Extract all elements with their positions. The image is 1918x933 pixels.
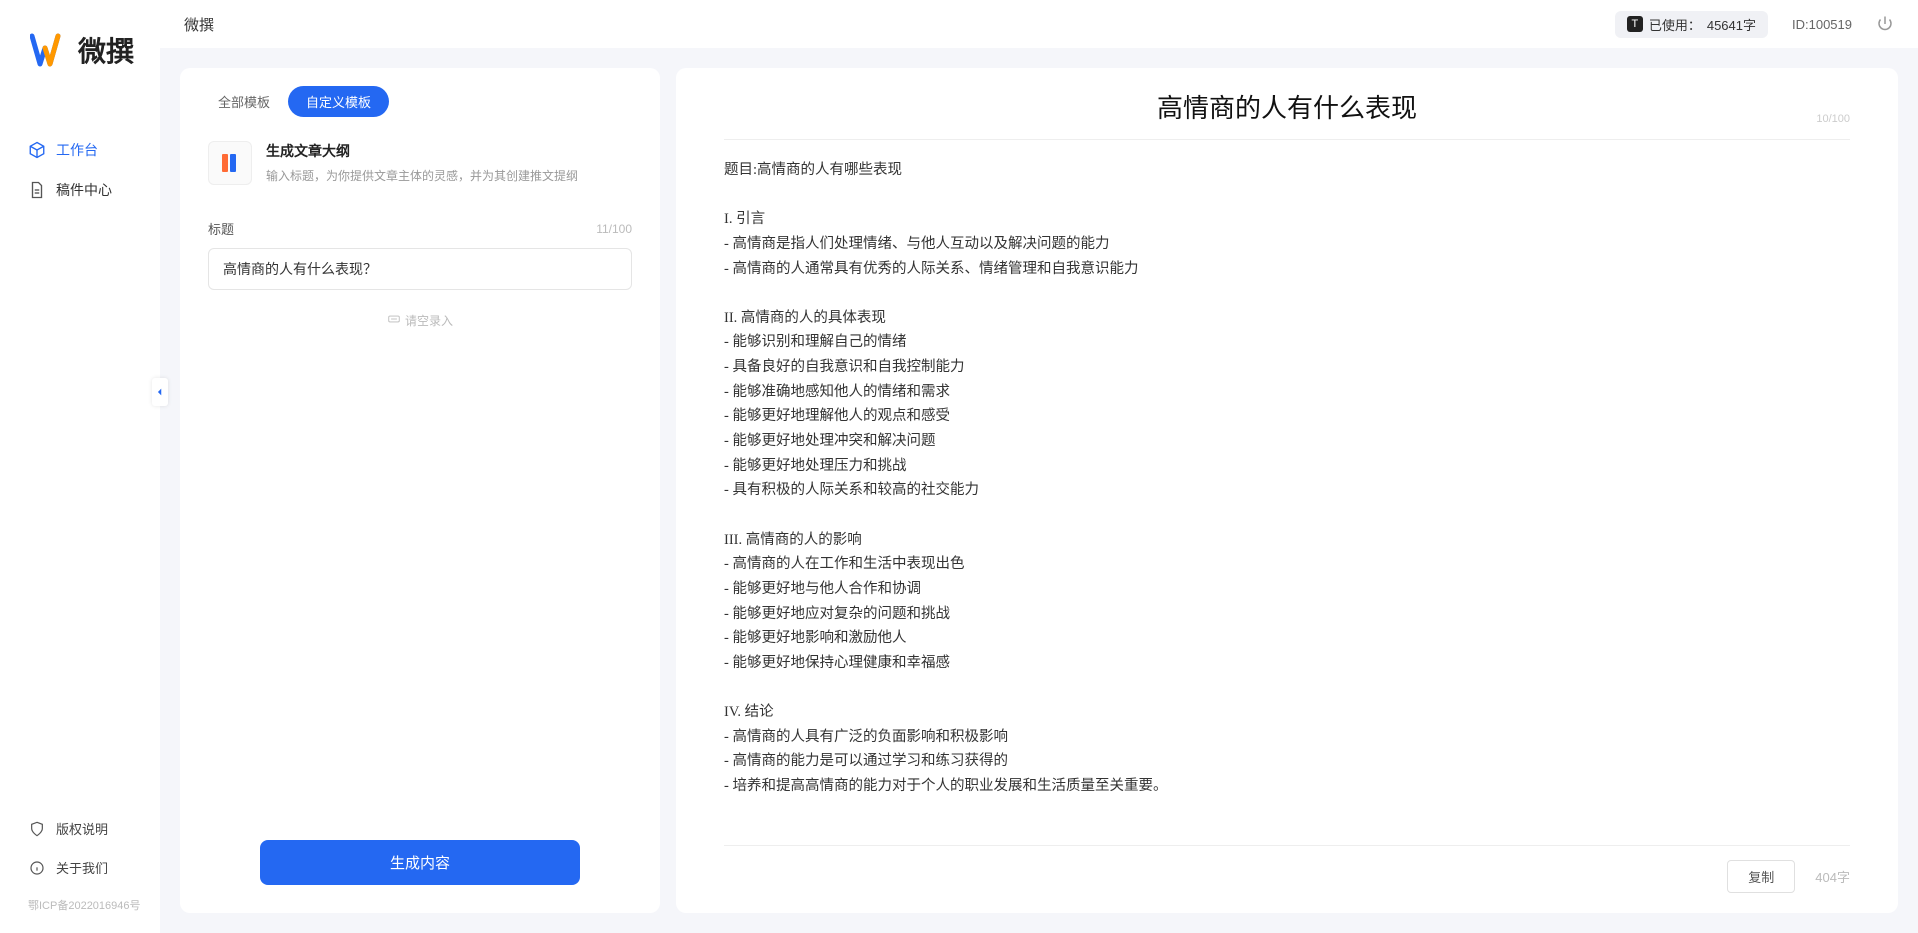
title-char-count: 11/100 (596, 222, 632, 236)
copy-button[interactable]: 复制 (1727, 860, 1795, 893)
output-panel: 高情商的人有什么表现 10/100 题目:高情商的人有哪些表现 I. 引言 - … (676, 68, 1898, 913)
nav-item-about[interactable]: 关于我们 (0, 848, 160, 887)
nav-item-workspace[interactable]: 工作台 (0, 130, 160, 170)
tab-custom-templates[interactable]: 自定义模板 (288, 86, 389, 117)
output-title-count: 10/100 (1816, 113, 1850, 125)
shield-icon (28, 820, 46, 838)
logo: 微撰 (0, 0, 160, 70)
icp-text: 鄂ICP备2022016946号 (0, 887, 160, 913)
tab-all-templates[interactable]: 全部模板 (200, 86, 288, 117)
usage-pill[interactable]: T 已使用： 45641字 (1615, 11, 1768, 38)
generate-button[interactable]: 生成内容 (260, 840, 580, 885)
usage-prefix: 已使用： (1649, 15, 1701, 34)
usage-value: 45641字 (1707, 15, 1756, 34)
nav-label: 工作台 (56, 140, 98, 160)
nav-item-copyright[interactable]: 版权说明 (0, 809, 160, 848)
template-card: 生成文章大纲 输入标题，为你提供文章主体的灵感，并为其创建推文提纲 (180, 133, 660, 201)
power-icon[interactable] (1876, 15, 1894, 33)
topbar-title: 微撰 (184, 14, 214, 35)
sidebar-bottom: 版权说明 关于我们 鄂ICP备2022016946号 (0, 809, 160, 933)
keyboard-icon (387, 312, 401, 329)
nav-label: 关于我们 (56, 858, 108, 877)
nav-item-drafts[interactable]: 稿件中心 (0, 170, 160, 210)
sidebar: 微撰 工作台 稿件中心 (0, 0, 160, 933)
title-label: 标题 (208, 219, 234, 238)
voice-hint-text: 请空录入 (405, 312, 453, 329)
template-name: 生成文章大纲 (266, 141, 578, 161)
template-panel: 全部模板 自定义模板 生成文章大纲 输入标题，为你提供文章主体的灵感，并为其创建… (180, 68, 660, 913)
topbar: 微撰 T 已使用： 45641字 ID:100519 (160, 0, 1918, 48)
logo-text: 微撰 (78, 30, 134, 70)
voice-input-hint[interactable]: 请空录入 (208, 312, 632, 329)
nav-label: 稿件中心 (56, 180, 112, 200)
template-desc: 输入标题，为你提供文章主体的灵感，并为其创建推文提纲 (266, 167, 578, 185)
nav-label: 版权说明 (56, 819, 108, 838)
template-thumb-icon (208, 141, 252, 185)
sidebar-collapse-toggle[interactable] (152, 378, 168, 406)
output-body[interactable]: 题目:高情商的人有哪些表现 I. 引言 - 高情商是指人们处理情绪、与他人互动以… (724, 140, 1850, 845)
main-nav: 工作台 稿件中心 (0, 130, 160, 809)
template-tabs: 全部模板 自定义模板 (180, 86, 660, 133)
text-badge-icon: T (1627, 16, 1643, 32)
cube-icon (28, 141, 46, 159)
user-id: ID:100519 (1792, 17, 1852, 32)
info-icon (28, 859, 46, 877)
title-input[interactable] (208, 248, 632, 290)
output-word-count: 404字 (1815, 867, 1850, 886)
logo-icon (30, 30, 70, 70)
document-icon (28, 181, 46, 199)
output-title: 高情商的人有什么表现 (724, 88, 1850, 125)
